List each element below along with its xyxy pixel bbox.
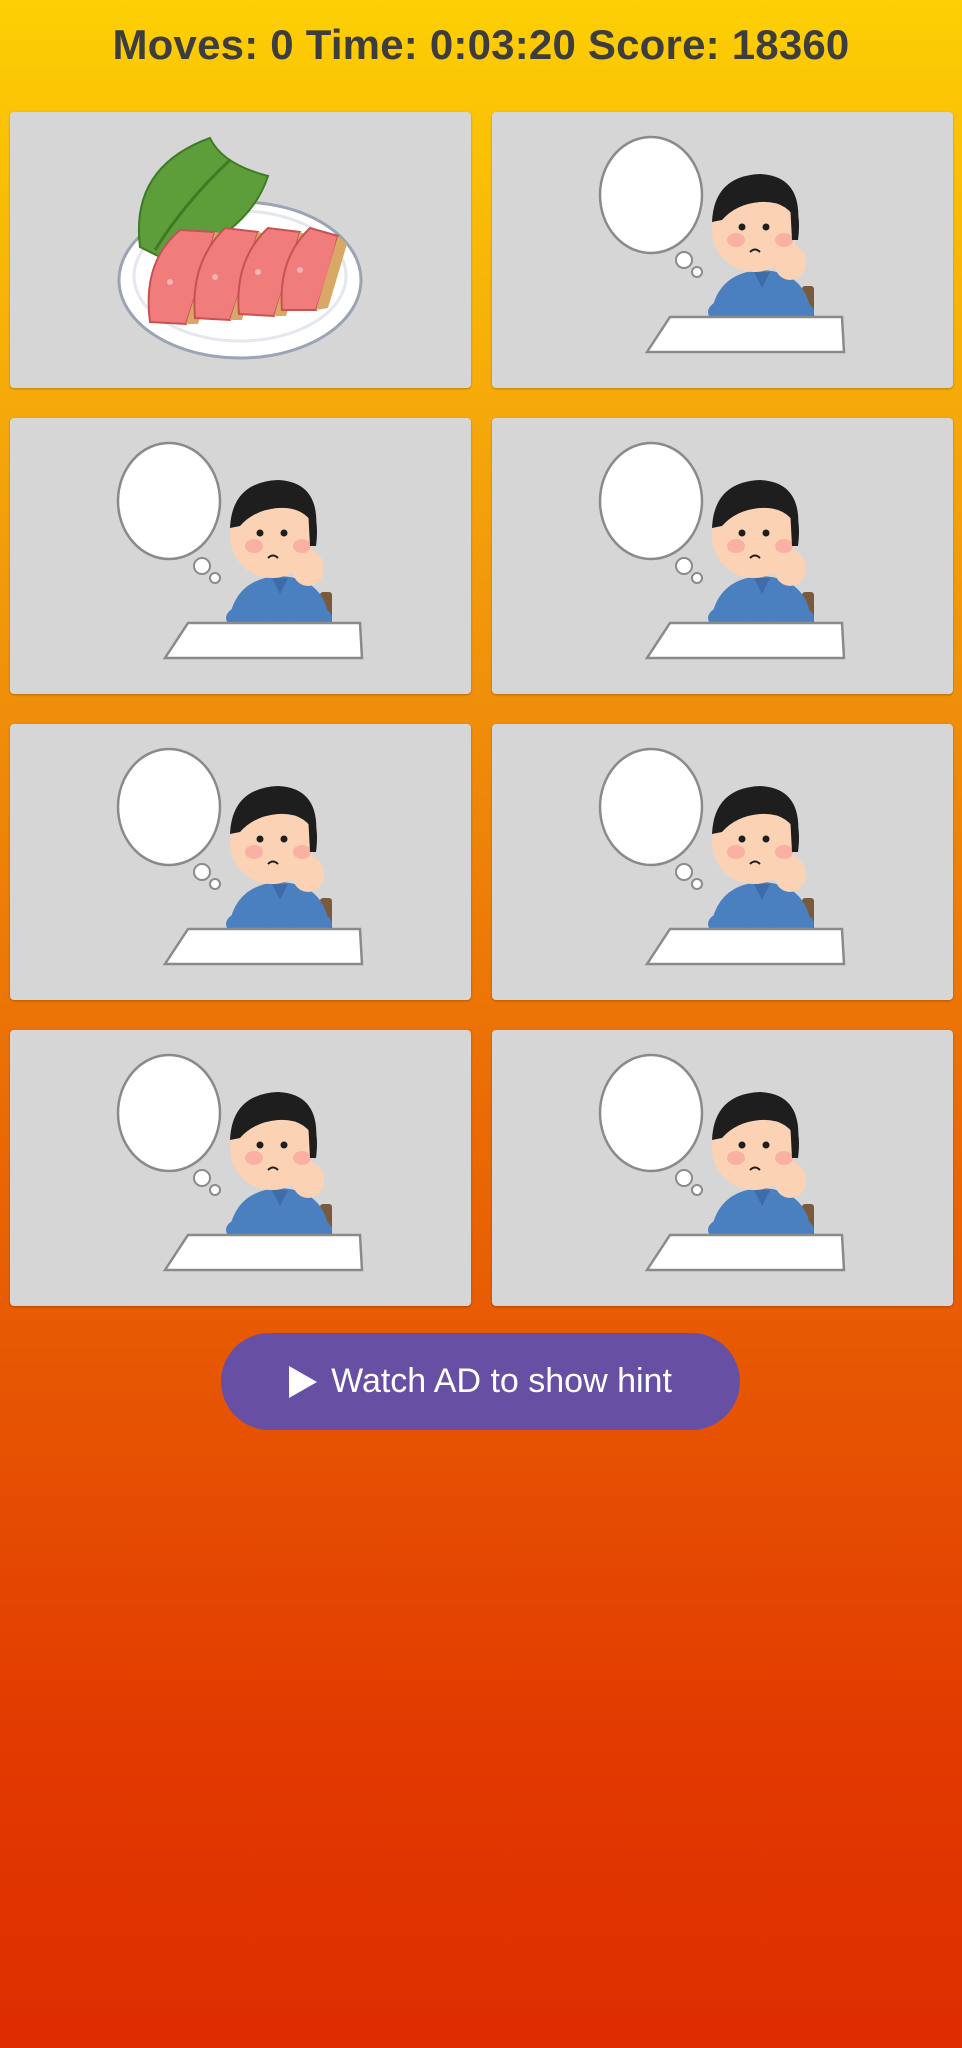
moves-label: Moves: (112, 21, 259, 68)
card-8[interactable] (492, 1030, 953, 1306)
card-3[interactable] (10, 418, 471, 694)
card-6[interactable] (492, 724, 953, 1000)
card-5[interactable] (10, 724, 471, 1000)
thinking-boy-icon (116, 1053, 364, 1272)
score-label: Score: (587, 21, 720, 68)
play-icon (289, 1365, 318, 1398)
time-value: 0:03:20 (429, 21, 577, 68)
card-grid (10, 112, 953, 1306)
thinking-boy-icon (116, 747, 364, 966)
hint-button-label: Watch AD to show hint (331, 1362, 672, 1400)
card-2[interactable] (492, 112, 953, 388)
thinking-boy-icon (598, 135, 846, 354)
card-7[interactable] (10, 1030, 471, 1306)
card-1[interactable] (10, 112, 471, 388)
thinking-boy-icon (598, 441, 846, 660)
score-value: 18360 (731, 21, 850, 68)
moves-value: 0 (270, 21, 294, 68)
time-label: Time: (305, 21, 418, 68)
thinking-boy-icon (598, 1053, 846, 1272)
status-bar: Moves: 0 Time: 0:03:20 Score: 18360 (0, 0, 962, 90)
thinking-boy-icon (598, 747, 846, 966)
thinking-boy-icon (116, 441, 364, 660)
sashimi-plate-icon (117, 136, 363, 360)
watch-ad-hint-button[interactable]: Watch AD to show hint (221, 1333, 740, 1430)
card-4[interactable] (492, 418, 953, 694)
